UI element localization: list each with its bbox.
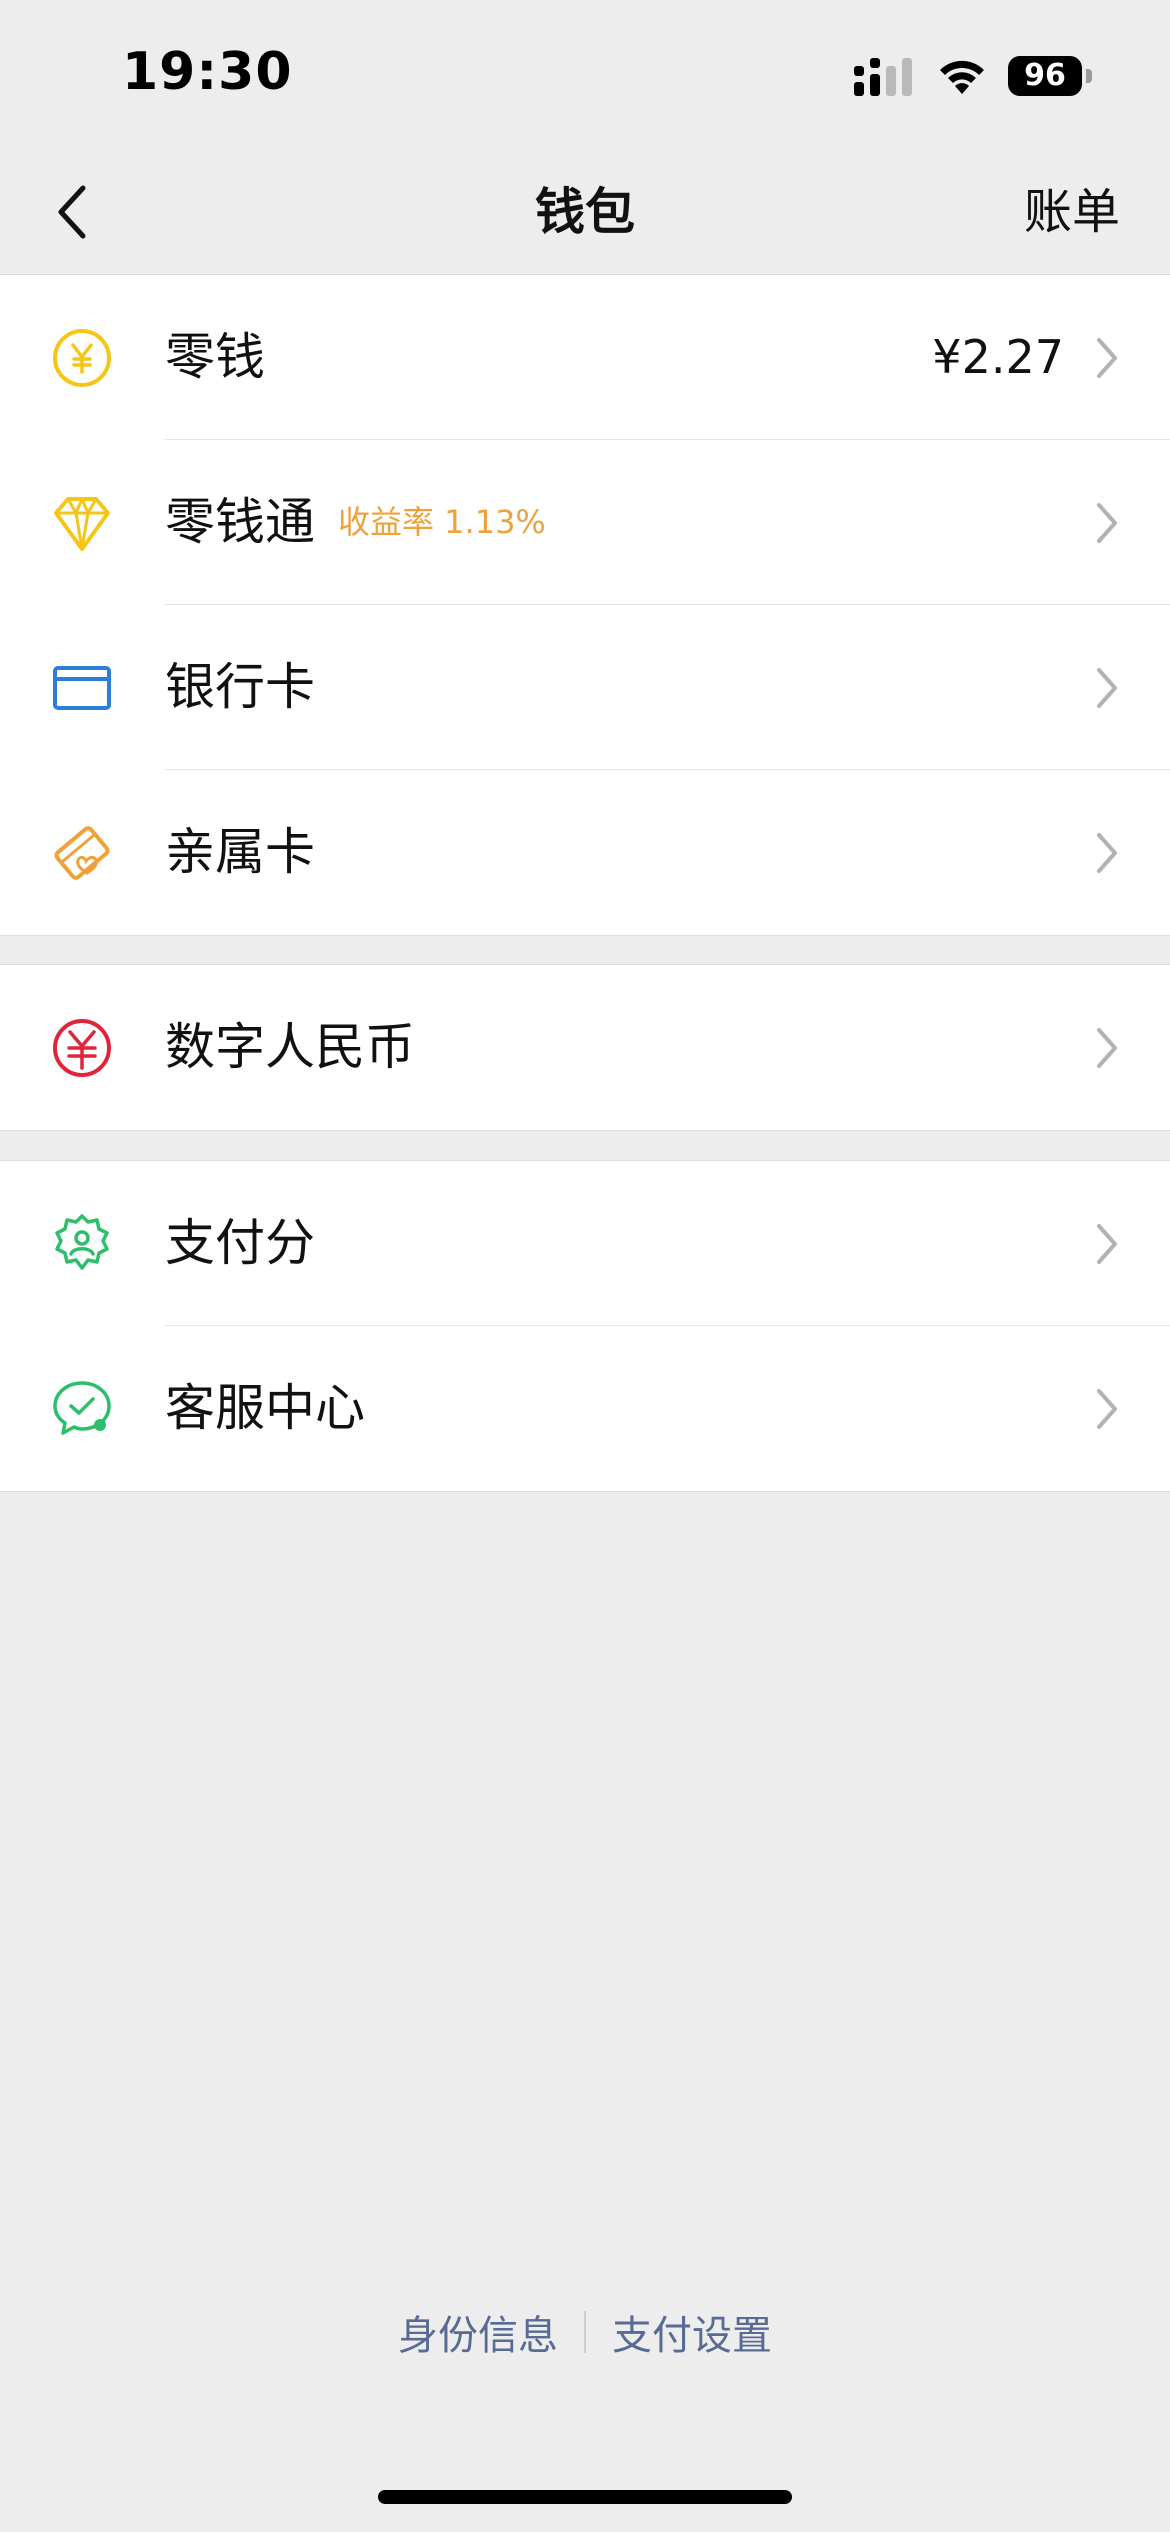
wallet-group-main: 零钱 ¥2.27 零钱通 收益率 1.13% 银行卡 亲属卡 (0, 274, 1170, 936)
battery-icon: 96 (1008, 56, 1094, 96)
row-label: 数字人民币 (165, 1018, 415, 1076)
chevron-right-icon (1097, 1223, 1117, 1264)
chevron-right-icon (1097, 832, 1117, 873)
status-time: 19:30 (122, 42, 293, 102)
pay-score-icon (55, 1213, 109, 1270)
list-item-customer-service[interactable]: 客服中心 (0, 1326, 1170, 1491)
family-card-icon (54, 825, 110, 880)
list-item-pay-score[interactable]: 支付分 (0, 1161, 1170, 1326)
row-label: 银行卡 (165, 658, 315, 716)
list-item-family-card[interactable]: 亲属卡 (0, 770, 1170, 935)
list-item-digital-rmb[interactable]: 数字人民币 (0, 965, 1170, 1130)
identity-info-link[interactable]: 身份信息 (372, 2303, 584, 2361)
list-item-change[interactable]: 零钱 ¥2.27 (0, 275, 1170, 440)
chevron-right-icon (1097, 502, 1117, 543)
balance-value: ¥2.27 (932, 330, 1064, 384)
chevron-left-icon (58, 185, 86, 239)
chevron-right-icon (1097, 337, 1117, 378)
bill-button[interactable]: 账单 (1024, 150, 1120, 274)
list-item-bank-card[interactable]: 银行卡 (0, 605, 1170, 770)
nav-bar: 钱包 账单 (0, 150, 1170, 274)
page-title: 钱包 (535, 183, 635, 241)
footer-links: 身份信息 支付设置 (0, 2300, 1170, 2364)
row-label: 零钱 (165, 328, 265, 386)
payment-settings-link[interactable]: 支付设置 (586, 2303, 798, 2361)
customer-service-icon (53, 1380, 111, 1435)
row-label: 亲属卡 (165, 823, 315, 881)
status-bar: 19:30 96 (0, 0, 1170, 150)
row-label: 零钱通 (165, 493, 315, 551)
wifi-icon (940, 60, 984, 94)
back-button[interactable] (40, 180, 104, 244)
battery-tip (1086, 69, 1092, 83)
home-indicator[interactable] (378, 2490, 792, 2504)
row-label: 客服中心 (165, 1379, 365, 1437)
diamond-icon (54, 496, 110, 551)
bank-card-icon (53, 665, 111, 710)
yield-rate-tag: 收益率 1.13% (338, 503, 546, 541)
list-item-lingqiantong[interactable]: 零钱通 收益率 1.13% (0, 440, 1170, 605)
cellular-signal-icon (854, 58, 912, 96)
yuan-coin-icon (53, 328, 111, 387)
wallet-group-digital: 数字人民币 (0, 964, 1170, 1131)
battery-level: 96 (1008, 56, 1082, 96)
digital-rmb-icon (53, 1018, 111, 1077)
chevron-right-icon (1097, 1027, 1117, 1068)
chevron-right-icon (1097, 1388, 1117, 1429)
row-label: 支付分 (165, 1214, 315, 1272)
chevron-right-icon (1097, 667, 1117, 708)
wallet-group-services: 支付分 客服中心 (0, 1160, 1170, 1492)
